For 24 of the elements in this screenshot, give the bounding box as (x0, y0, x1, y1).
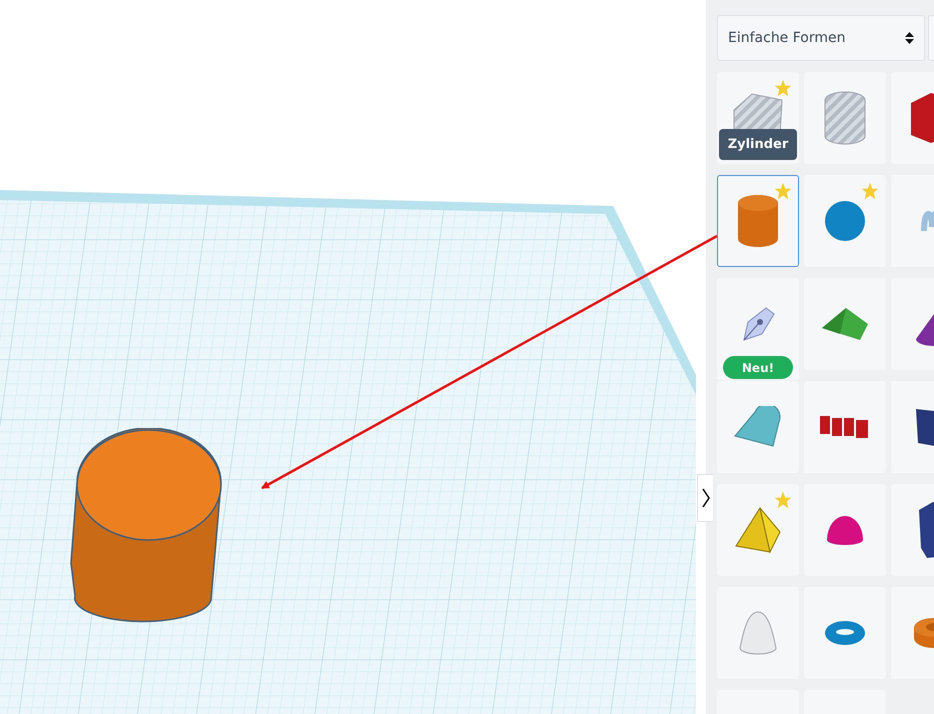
shape-tile[interactable] (804, 381, 886, 473)
sphere-icon (824, 200, 866, 242)
sort-caret-icon (905, 31, 914, 45)
shape-tile[interactable] (804, 484, 886, 576)
category-dropdown[interactable]: Einfache Formen (717, 15, 925, 61)
striped-cylinder-icon (823, 90, 867, 146)
shape-tile[interactable] (804, 175, 886, 267)
shape-tile[interactable] (717, 484, 799, 576)
new-badge: Neu! (723, 356, 793, 379)
paraboloid-icon (738, 610, 778, 656)
cylinder-icon (737, 194, 779, 248)
half-cylinder-icon (733, 406, 783, 448)
shape-tile[interactable] (717, 175, 799, 267)
pyramid-icon (734, 506, 782, 554)
shape-tile[interactable] (804, 587, 886, 679)
chevron-right-icon (702, 488, 710, 508)
torus-icon (824, 619, 866, 647)
roof-icon (820, 306, 870, 342)
shape-tile[interactable] (804, 72, 886, 164)
collapse-panel-button[interactable] (697, 474, 713, 522)
shape-tile[interactable] (804, 278, 886, 370)
shape-tile[interactable] (717, 587, 799, 679)
shape-tile[interactable] (717, 381, 799, 473)
shape-tooltip: Zylinder (719, 129, 797, 160)
